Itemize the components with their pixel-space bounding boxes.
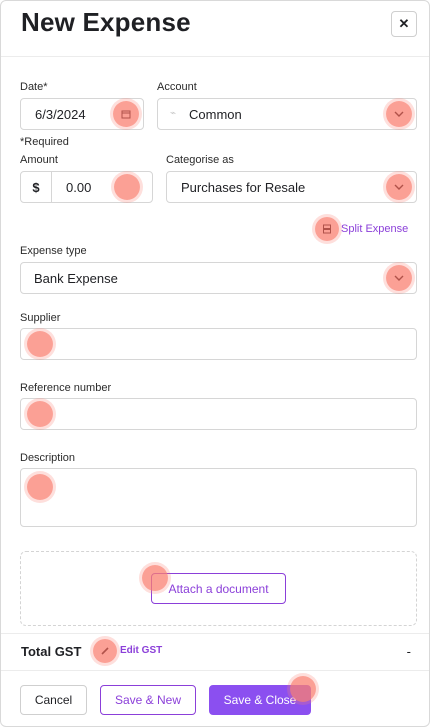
- date-field[interactable]: 6/3/2024: [20, 98, 144, 130]
- date-label: Date*: [20, 81, 48, 93]
- required-note: *Required: [20, 136, 69, 148]
- save-and-new-button[interactable]: Save & New: [100, 685, 196, 715]
- description-label: Description: [20, 452, 76, 464]
- amount-field[interactable]: $ 0.00: [20, 171, 153, 203]
- reference-input[interactable]: [20, 398, 417, 430]
- amount-cursor-marker: [114, 174, 140, 200]
- expense-type-select[interactable]: Bank Expense: [20, 262, 417, 294]
- new-expense-panel: New Expense ✕ Date* 6/3/2024 *Required A…: [0, 0, 430, 727]
- edit-gst-link[interactable]: Edit GST: [120, 645, 162, 656]
- description-textarea[interactable]: [20, 468, 417, 527]
- calendar-icon[interactable]: [113, 101, 139, 127]
- description-cursor-marker: [27, 474, 53, 500]
- categorise-label: Categorise as: [166, 154, 234, 166]
- account-feed-icon: ⌁: [170, 108, 177, 119]
- account-value: Common: [189, 107, 242, 122]
- save-close-click-marker: [290, 676, 316, 702]
- total-gst-label: Total GST: [21, 644, 82, 659]
- chevron-down-icon[interactable]: [386, 265, 412, 291]
- reference-label: Reference number: [20, 382, 112, 394]
- account-select[interactable]: ⌁ Common: [157, 98, 417, 130]
- chevron-down-icon[interactable]: [386, 101, 412, 127]
- split-icon[interactable]: [315, 217, 339, 241]
- supplier-input[interactable]: [20, 328, 417, 360]
- attachment-dropzone[interactable]: Attach a document: [20, 551, 417, 626]
- cancel-button[interactable]: Cancel: [20, 685, 87, 715]
- pencil-icon[interactable]: [93, 639, 117, 663]
- attach-click-marker: [142, 565, 168, 591]
- categorise-value: Purchases for Resale: [181, 180, 306, 195]
- expense-type-label: Expense type: [20, 245, 87, 257]
- chevron-down-icon[interactable]: [386, 174, 412, 200]
- expense-type-value: Bank Expense: [34, 271, 118, 286]
- supplier-label: Supplier: [20, 312, 61, 324]
- panel-header: New Expense ✕: [1, 1, 429, 57]
- supplier-cursor-marker: [27, 331, 53, 357]
- amount-value: 0.00: [66, 180, 92, 195]
- categorise-select[interactable]: Purchases for Resale: [166, 171, 417, 203]
- currency-prefix: $: [21, 172, 52, 202]
- split-expense-link[interactable]: Split Expense: [341, 223, 408, 235]
- page-title: New Expense: [21, 7, 191, 37]
- close-button[interactable]: ✕: [391, 11, 417, 37]
- reference-cursor-marker: [27, 401, 53, 427]
- total-gst-value: -: [406, 644, 411, 659]
- close-icon: ✕: [398, 16, 410, 31]
- attach-document-button[interactable]: Attach a document: [151, 573, 286, 604]
- date-value: 6/3/2024: [35, 107, 86, 122]
- account-label: Account: [157, 81, 197, 93]
- total-gst-bar: Total GST Edit GST -: [1, 633, 429, 671]
- amount-label: Amount: [20, 154, 58, 166]
